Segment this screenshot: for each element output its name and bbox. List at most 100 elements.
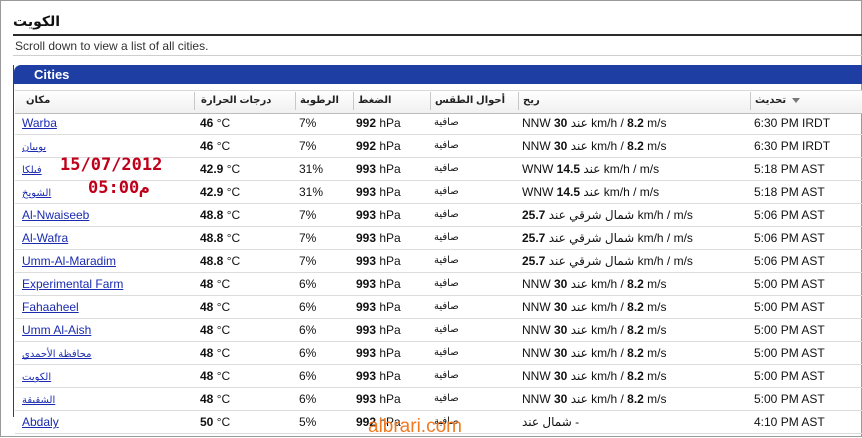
pressure-value: 993 [356,185,377,199]
pressure-value: 993 [356,346,377,360]
wind-unit: عند km/h / [567,277,628,291]
column-header-humidity[interactable]: الرطوبة [296,91,352,111]
wind-direction: NNW [522,139,554,153]
city-link[interactable]: Al-Wafra [22,231,68,245]
column-header-update[interactable]: تحديث [751,91,861,111]
table-row: Fahaaheel 48 °C 6% 993 hPa صافية NNW 30 عند k… [15,296,862,319]
wind-unit: عند km/h / [567,346,628,360]
wind-speed: 30 [554,116,568,130]
pressure-cell: 993 hPa [356,204,401,226]
wind-direction: NNW [522,323,554,337]
wind-direction: WNW [522,162,557,176]
conditions-cell: صافية [434,393,459,404]
city-cell: Umm Al-Aish [22,319,91,341]
column-header-conditions[interactable]: أحوال الطقس [431,91,517,111]
temperature-unit: °C [213,139,231,153]
temperature-cell: 48.8 °C [200,250,240,272]
update-time-cell: 4:10 PM AST [754,415,825,429]
city-cell: Abdaly [22,411,59,433]
city-link[interactable]: الشويخ [22,188,51,199]
conditions-cell: صافية [434,278,459,289]
column-header-temperature[interactable]: درجات الحرارة [197,91,293,111]
wind-cell: 25.7 شمال شرقي عند km/h / m/s [522,227,693,249]
humidity-cell: 7% [299,139,317,153]
temperature-cell: 48 °C [200,342,230,364]
wind-speed-ms: 8.2 [627,392,644,406]
temperature-cell: 48 °C [200,273,230,295]
city-link[interactable]: Warba [22,116,57,130]
wind-direction: NNW [522,392,554,406]
wind-cell: WNW 14.5 عند km/h / m/s [522,181,659,203]
city-link[interactable]: Fahaaheel [22,300,79,314]
city-cell: فيلكا [22,158,42,182]
temperature-cell: 42.9 °C [200,158,240,180]
pressure-cell: 993 hPa [356,365,401,387]
update-time-cell: 5:06 PM AST [754,254,825,268]
city-link[interactable]: الشقيقة [22,395,55,406]
update-time-cell: 5:00 PM AST [754,369,825,383]
pressure-unit: hPa [376,139,401,153]
pressure-unit: hPa [376,300,401,314]
temperature-value: 48 [200,392,214,406]
wind-speed-ms-unit: m/s [639,185,660,199]
column-header-update-label: تحديث [755,95,787,106]
city-link[interactable]: Abdaly [22,415,59,429]
update-time-cell: 5:18 PM AST [754,185,825,199]
temperature-value: 48.8 [200,254,224,268]
wind-unit: عند km/h / [580,162,640,176]
table-row: محافظة الأحمدي 48 °C 6% 993 hPa صافية NNW 30 … [15,342,862,365]
update-time-cell: 5:00 PM AST [754,300,825,314]
title-divider [13,34,862,36]
city-link[interactable]: Umm Al-Aish [22,323,91,337]
pressure-cell: 993 hPa [356,227,401,249]
wind-direction: NNW [522,300,554,314]
conditions-cell: صافية [434,255,459,266]
table-row: الكويت 48 °C 6% 993 hPa صافية NNW 30 عند km/h… [15,365,862,388]
pressure-cell: 993 hPa [356,158,401,180]
sort-descending-icon[interactable] [792,97,801,103]
wind-cell: NNW 30 عند km/h / 8.2 m/s [522,365,667,387]
wind-direction: NNW [522,369,554,383]
wind-speed-ms-unit: m/s [673,254,693,268]
column-header-pressure[interactable]: الضغط [354,91,429,111]
wind-speed-ms-unit: m/s [643,369,667,383]
city-link[interactable]: الكويت [22,372,51,383]
city-cell: الشويخ [22,181,51,205]
temperature-value: 48 [200,277,214,291]
city-link[interactable]: Al-Nwaiseeb [22,208,89,222]
temperature-value: 48.8 [200,208,224,222]
temperature-value: 48 [200,323,214,337]
wind-cell: NNW 30 عند km/h / 8.2 m/s [522,296,667,318]
humidity-cell: 7% [299,231,317,245]
pressure-value: 993 [356,392,377,406]
wind-unit: عند km/h / [580,185,640,199]
city-link[interactable]: Experimental Farm [22,277,123,291]
wind-unit: شمال عند - [522,415,580,429]
conditions-cell: صافية [434,301,459,312]
wind-cell: NNW 30 عند km/h / 8.2 m/s [522,135,667,157]
temperature-unit: °C [213,116,231,130]
column-header-wind[interactable]: ريح [519,91,749,111]
column-separator[interactable] [194,92,195,110]
wind-unit: شمال شرقي عند km/h / [545,254,674,268]
city-link[interactable]: محافظة الأحمدي [22,349,92,360]
city-link[interactable]: فيلكا [22,165,42,176]
temperature-value: 46 [200,116,214,130]
temperature-value: 48 [200,346,214,360]
table-row: Warba 46 °C 7% 992 hPa صافية NNW 30 عند km/h … [15,112,862,135]
wind-cell: NNW 30 عند km/h / 8.2 m/s [522,273,667,295]
temperature-value: 48.8 [200,231,224,245]
temperature-unit: °C [223,231,241,245]
temperature-value: 50 [200,415,214,429]
table-row: Al-Nwaiseeb 48.8 °C 7% 993 hPa صافية 25.7 شما… [15,204,862,227]
column-header-place[interactable]: مكان [22,91,192,111]
humidity-cell: 5% [299,415,317,429]
city-link[interactable]: بوبيان [22,142,46,153]
update-time-cell: 5:00 PM AST [754,392,825,406]
conditions-cell: صافية [434,232,459,243]
conditions-cell: صافية [434,324,459,335]
city-link[interactable]: Umm-Al-Maradim [22,254,116,268]
update-time-cell: 5:06 PM AST [754,208,825,222]
pressure-unit: hPa [376,208,401,222]
wind-cell: NNW 30 عند km/h / 8.2 m/s [522,112,667,134]
